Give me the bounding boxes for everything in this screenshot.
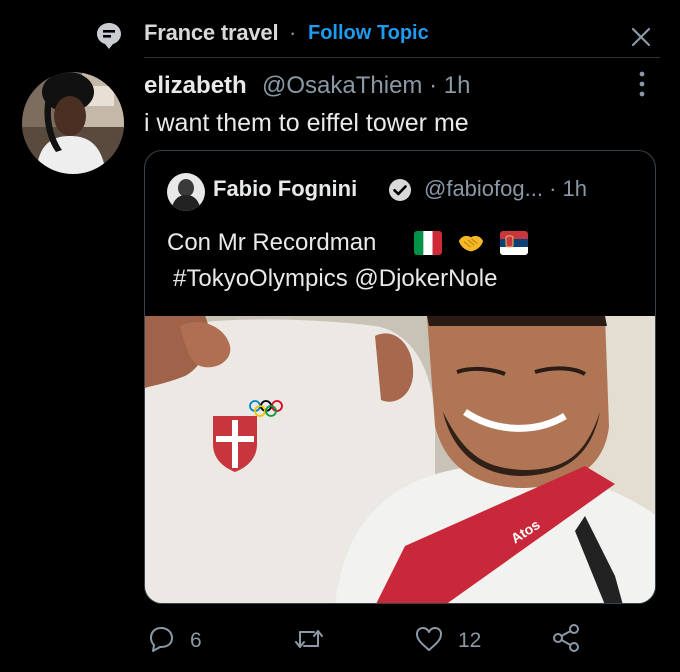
topic-header: France travel · Follow Topic: [0, 0, 680, 64]
author-name[interactable]: elizabeth: [144, 72, 247, 100]
quoted-text-line2: #TokyoOlympics @DjokerNole: [173, 265, 498, 292]
share-icon: [553, 624, 579, 652]
reply-button[interactable]: 6: [144, 618, 224, 662]
topic-icon: [97, 23, 121, 49]
serbia-flag: [500, 231, 528, 255]
quoted-avatar[interactable]: [167, 173, 205, 211]
reply-icon: [150, 627, 173, 652]
quoted-text-line1: Con Mr Recordman: [167, 229, 377, 256]
tweet-text: i want them to eiffel tower me: [144, 109, 469, 137]
heart-icon: [416, 627, 442, 651]
quoted-tweet[interactable]: Fabio Fognini @fabiofog... · 1h Con Mr R…: [144, 150, 656, 604]
more-options-icon[interactable]: [630, 68, 654, 100]
quoted-author-name[interactable]: Fabio Fognini: [213, 176, 357, 202]
reply-count: 6: [190, 629, 202, 652]
quoted-author-handle[interactable]: @fabiofog... · 1h: [424, 176, 587, 202]
follow-topic-button[interactable]: Follow Topic: [308, 22, 429, 45]
avatar[interactable]: [22, 72, 124, 174]
retweet-button[interactable]: [284, 618, 364, 662]
like-button[interactable]: 12: [412, 618, 502, 662]
retweet-icon: [295, 630, 323, 648]
author-handle[interactable]: @OsakaThiem · 1h: [262, 72, 470, 100]
italy-flag: [414, 231, 442, 255]
divider: [144, 57, 660, 58]
quoted-photo[interactable]: Atos: [145, 316, 656, 604]
handshake-emoji: [458, 235, 484, 252]
topic-separator: ·: [289, 20, 297, 45]
like-count: 12: [458, 629, 482, 652]
topic-name[interactable]: France travel: [144, 20, 279, 46]
close-icon[interactable]: [622, 18, 660, 56]
share-button[interactable]: [548, 618, 588, 662]
verified-badge-icon: [389, 179, 411, 201]
tweet-actions: 6 12: [144, 618, 656, 666]
